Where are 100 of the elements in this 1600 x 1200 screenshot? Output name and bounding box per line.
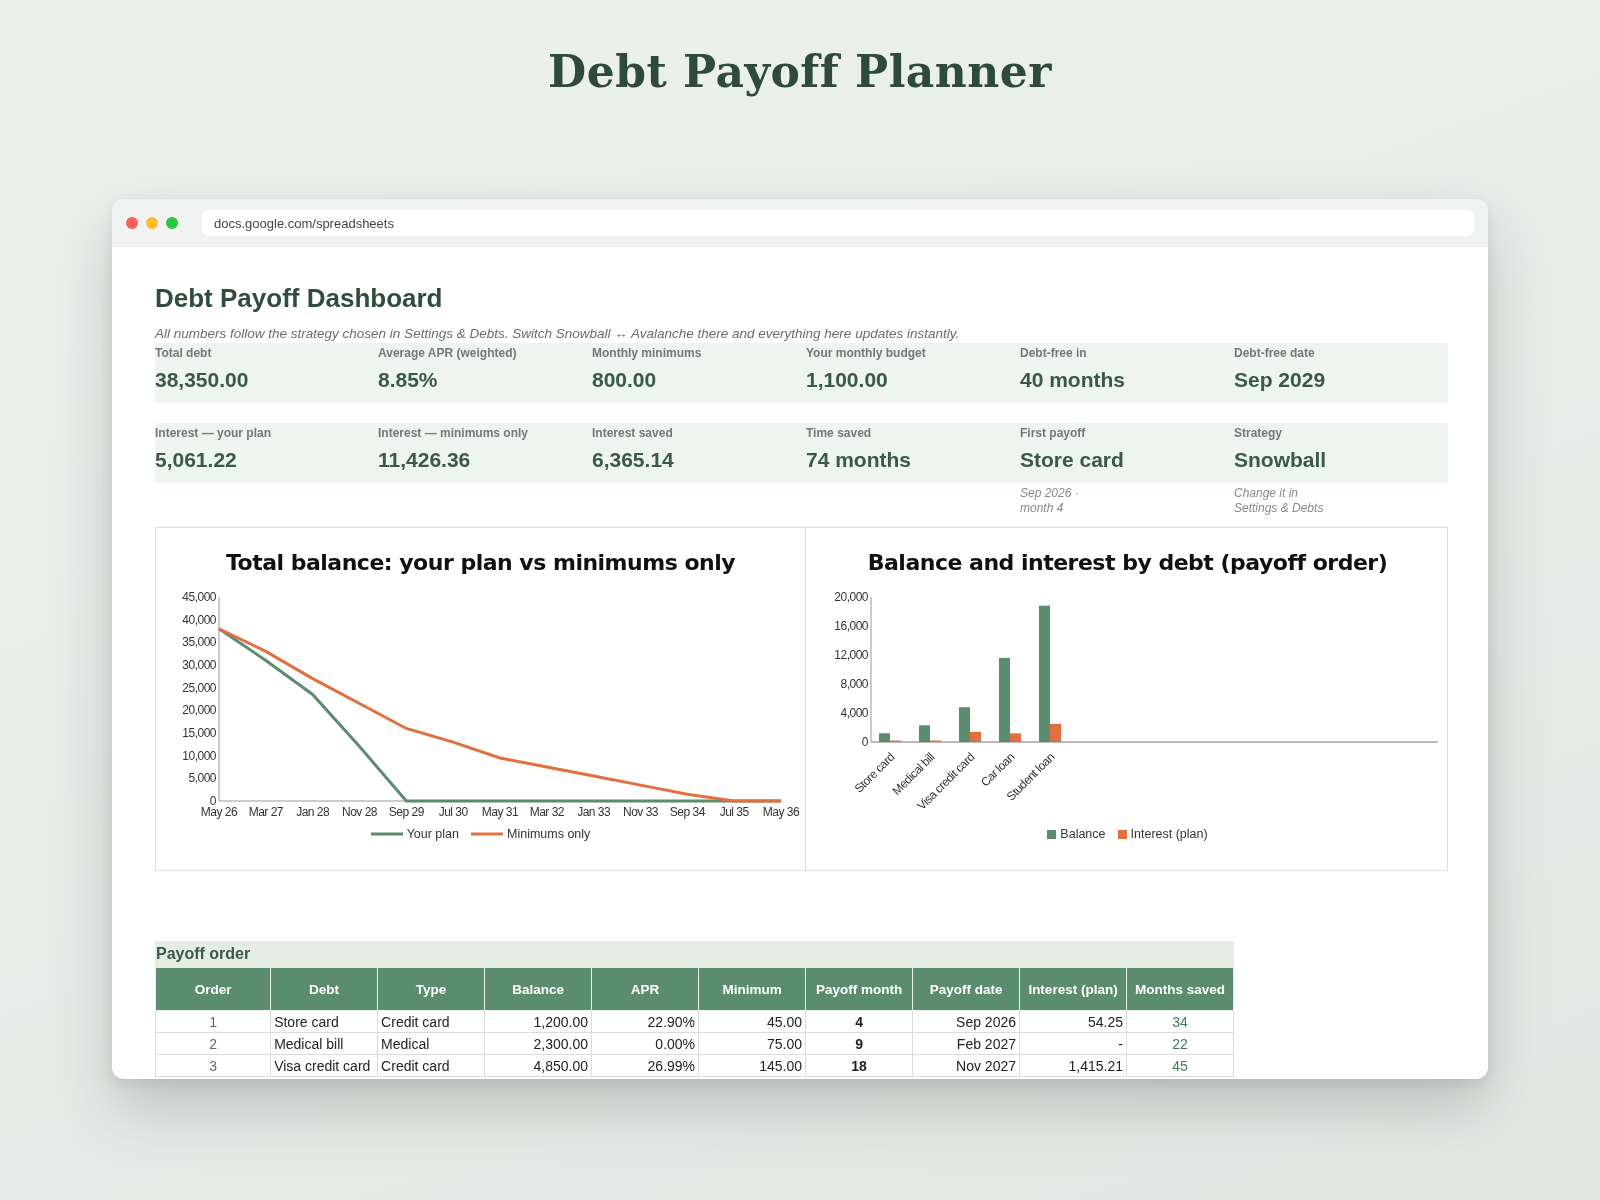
table-cell: 34: [1126, 1010, 1234, 1033]
table-cell: 18: [805, 1054, 913, 1077]
kpi-value: 1,100.00: [806, 368, 889, 392]
table-cell: 9: [805, 1032, 913, 1055]
kpi-label: Strategy: [1234, 426, 1284, 440]
y-tick-label: 35,000: [181, 635, 217, 650]
kpi-value: Snowball: [1234, 448, 1328, 472]
table-cell: 1,200.00: [484, 1010, 592, 1033]
table-cell: 45.00: [698, 1010, 806, 1033]
x-tick-label: Sep 29: [388, 805, 425, 819]
y-tick-label: 4,000: [839, 706, 869, 720]
x-tick-label: Nov 33: [622, 805, 659, 819]
kpi-label: Total debt: [155, 346, 213, 360]
table-cell: 0.00%: [591, 1032, 699, 1055]
x-tick-label: Jan 28: [295, 805, 330, 819]
y-tick-label: 40,000: [181, 612, 217, 627]
table-cell: Credit card: [377, 1010, 485, 1033]
x-tick-label: Mar 27: [248, 805, 284, 819]
y-tick-label: 15,000: [181, 726, 217, 740]
column-header: Payoff date: [912, 967, 1020, 1011]
y-tick-label: 45,000: [181, 590, 217, 604]
kpi-value: 800.00: [592, 368, 658, 392]
legend-square-icon: [1047, 829, 1057, 839]
legend-square-icon: [1117, 829, 1127, 839]
kpi-label: Interest — your plan: [155, 426, 273, 440]
legend-line-icon: [370, 832, 403, 836]
table-cell: 22.90%: [591, 1010, 699, 1033]
y-tick-label: 5,000: [187, 771, 217, 786]
y-tick-label: 8,000: [839, 677, 869, 691]
maximize-button[interactable]: [166, 217, 178, 229]
table-cell: 26.99%: [591, 1054, 699, 1077]
kpi-label: Interest saved: [592, 426, 674, 440]
table-cell: Visa credit card: [270, 1054, 378, 1077]
table-cell: Credit card: [377, 1054, 485, 1077]
table-cell: Feb 2027: [912, 1032, 1020, 1055]
close-button[interactable]: [126, 217, 138, 229]
y-tick-label: 0: [861, 735, 869, 749]
x-tick-label: Jul 35: [719, 805, 749, 819]
y-tick-label: 30,000: [181, 658, 217, 672]
kpi-label: Your monthly budget: [806, 346, 927, 360]
table-cell: 3: [155, 1054, 271, 1077]
table-cell: 1: [155, 1010, 271, 1033]
table-cell: Nov 2027: [912, 1054, 1020, 1077]
table-cell: 45: [1126, 1054, 1234, 1077]
x-tick-label: May 26: [200, 805, 238, 819]
table-title: Payoff order: [155, 941, 1234, 967]
chart-title: Total balance: your plan vs minimums only: [225, 550, 736, 575]
kpi-label: Debt-free date: [1234, 346, 1316, 360]
x-tick-label: May 36: [762, 805, 800, 819]
x-tick-label: Jan 33: [576, 805, 611, 819]
table-cell: 4: [805, 1010, 913, 1033]
x-tick-label: May 31: [481, 805, 519, 819]
table-cell: 2,300.00: [484, 1032, 592, 1055]
kpi-label: Time saved: [806, 426, 873, 440]
column-header: Minimum: [698, 967, 806, 1011]
kpi-value: 11,426.36: [378, 448, 472, 472]
table-cell: 75.00: [698, 1032, 806, 1055]
kpi-value: 5,061.22: [155, 448, 238, 472]
kpi-value: 38,350.00: [155, 368, 250, 392]
table-cell: -: [1019, 1032, 1127, 1055]
column-header: Type: [377, 967, 485, 1011]
table-cell: Medical: [377, 1032, 485, 1055]
kpi-value: 6,365.14: [592, 448, 675, 472]
table-cell: Store card: [270, 1010, 378, 1033]
table-cell: Sep 2026: [912, 1010, 1020, 1033]
column-header: Payoff month: [805, 967, 913, 1011]
y-tick-label: 10,000: [181, 748, 217, 763]
x-tick-label: Nov 28: [341, 805, 378, 819]
kpi-value: Sep 2029: [1234, 368, 1327, 392]
minimize-button[interactable]: [146, 217, 158, 229]
legend-label: Minimums only: [507, 827, 591, 841]
dashboard-subtitle: All numbers follow the strategy chosen in Settings & Debts. Switch Snowball ↔ Avalanche there and everything here updates instantly.: [155, 326, 961, 341]
kpi-note: Sep 2026 · month 4: [1020, 485, 1080, 516]
column-header: Debt: [270, 967, 378, 1011]
chart-title: Balance and interest by debt (payoff order): [867, 550, 1388, 575]
y-tick-label: 20,000: [833, 590, 869, 604]
y-tick-label: 25,000: [181, 680, 217, 695]
y-tick-label: 0: [209, 794, 217, 808]
table-cell: 2: [155, 1032, 271, 1055]
table-cell: 54.25: [1019, 1010, 1127, 1033]
kpi-value: 8.85%: [378, 368, 439, 392]
legend-line-icon: [471, 832, 503, 836]
column-header: APR: [591, 967, 699, 1011]
kpi-value: 40 months: [1020, 368, 1127, 392]
x-tick-label: Mar 32: [529, 805, 565, 819]
legend-label: Interest (plan): [1130, 827, 1208, 841]
legend-label: Balance: [1060, 827, 1106, 841]
x-tick-label: Jul 30: [438, 805, 468, 819]
kpi-label: First payoff: [1020, 426, 1087, 440]
x-tick-label: Sep 34: [669, 805, 706, 819]
table-cell: 4,850.00: [484, 1054, 592, 1077]
column-header: Interest (plan): [1019, 967, 1127, 1011]
kpi-value: 74 months: [806, 448, 913, 472]
table-cell: 145.00: [698, 1054, 806, 1077]
kpi-value: Store card: [1020, 448, 1125, 472]
column-header: Months saved: [1126, 967, 1234, 1011]
dashboard-title: Debt Payoff Dashboard: [155, 283, 444, 314]
address-bar[interactable]: docs.google.com/spreadsheets: [202, 210, 1474, 236]
y-tick-label: 20,000: [181, 703, 217, 718]
y-tick-label: 16,000: [833, 619, 869, 633]
